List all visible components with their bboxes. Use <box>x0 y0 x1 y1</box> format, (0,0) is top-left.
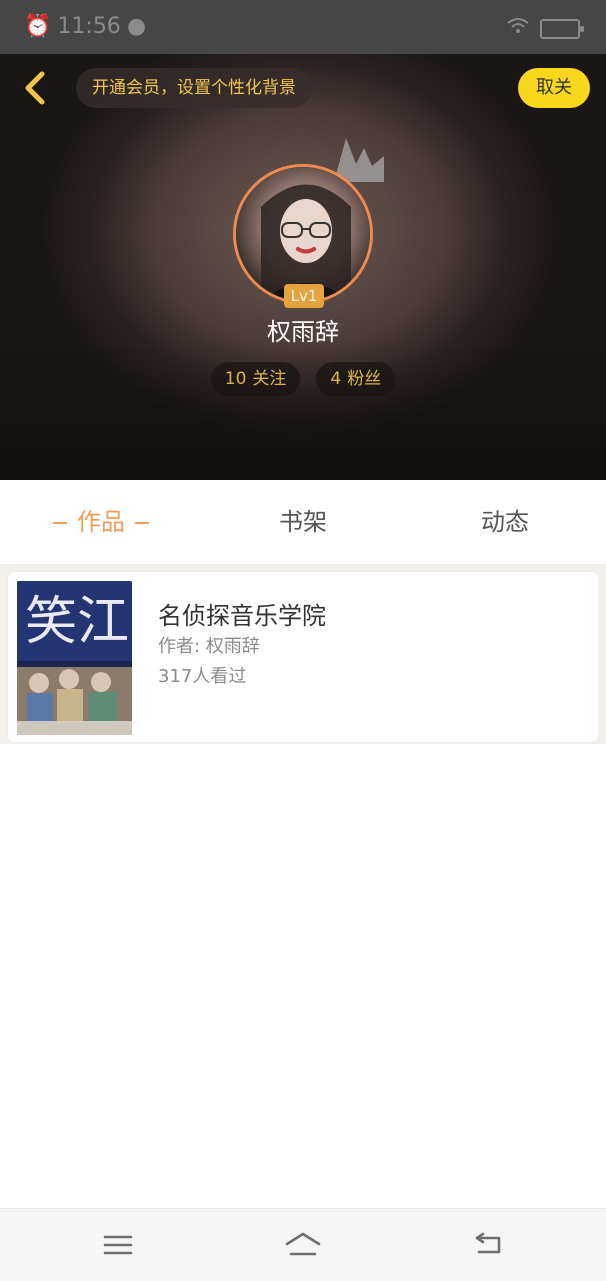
tab-label: 动态 <box>481 508 529 536</box>
tab-dash-left <box>53 522 67 524</box>
status-bar: ⏰ 11:56 ● <box>0 0 606 54</box>
status-right <box>506 16 584 41</box>
fans-chip[interactable]: 4 粉丝 <box>316 362 396 396</box>
menu-icon <box>103 1235 133 1255</box>
work-views: 317人看过 <box>158 666 247 687</box>
avatar[interactable] <box>233 164 373 304</box>
username: 权雨辞 <box>267 318 339 346</box>
back-icon <box>475 1232 501 1254</box>
profile-tabs: 作品 书架 动态 <box>0 480 606 564</box>
tab-label: 书架 <box>279 508 327 536</box>
promo-text: 开通会员，设置个性化背景 <box>92 78 296 98</box>
work-cover-image[interactable]: 笑江 <box>17 581 132 735</box>
home-icon <box>285 1232 321 1256</box>
menu-button[interactable] <box>98 1227 138 1263</box>
following-label: 关注 <box>252 369 287 389</box>
status-left: ⏰ 11:56 ● <box>24 14 146 39</box>
alarm-icon: ⏰ <box>24 14 52 39</box>
work-author: 作者: 权雨辞 <box>158 636 260 657</box>
level-badge: Lv1 <box>284 284 324 308</box>
tab-works[interactable]: 作品 <box>0 480 202 564</box>
notification-icon: ● <box>126 14 147 39</box>
home-button[interactable] <box>283 1227 323 1263</box>
work-title[interactable]: 名侦探音乐学院 <box>158 596 326 631</box>
unfollow-button[interactable]: 取关 <box>518 68 590 108</box>
vip-background-promo[interactable]: 开通会员，设置个性化背景 <box>76 68 312 108</box>
wifi-icon <box>506 16 530 41</box>
back-button[interactable] <box>18 68 54 108</box>
back-chevron-icon <box>25 71 45 105</box>
tab-dash-right <box>135 522 149 524</box>
following-chip[interactable]: 10 关注 <box>210 362 301 396</box>
system-nav-bar <box>0 1208 606 1281</box>
tab-activity[interactable]: 动态 <box>404 480 606 564</box>
fans-count: 4 <box>330 369 342 389</box>
cover-art: 笑江 <box>17 581 132 735</box>
tab-bookshelf[interactable]: 书架 <box>202 480 404 564</box>
status-time: 11:56 <box>57 14 121 39</box>
battery-icon <box>540 18 584 39</box>
fans-label: 粉丝 <box>347 369 382 389</box>
tab-label: 作品 <box>77 508 125 536</box>
svg-text:笑江: 笑江 <box>25 592 129 652</box>
back-nav-button[interactable] <box>468 1227 508 1263</box>
following-count: 10 <box>224 369 247 389</box>
profile-stats: 10 关注 4 粉丝 <box>0 362 606 396</box>
